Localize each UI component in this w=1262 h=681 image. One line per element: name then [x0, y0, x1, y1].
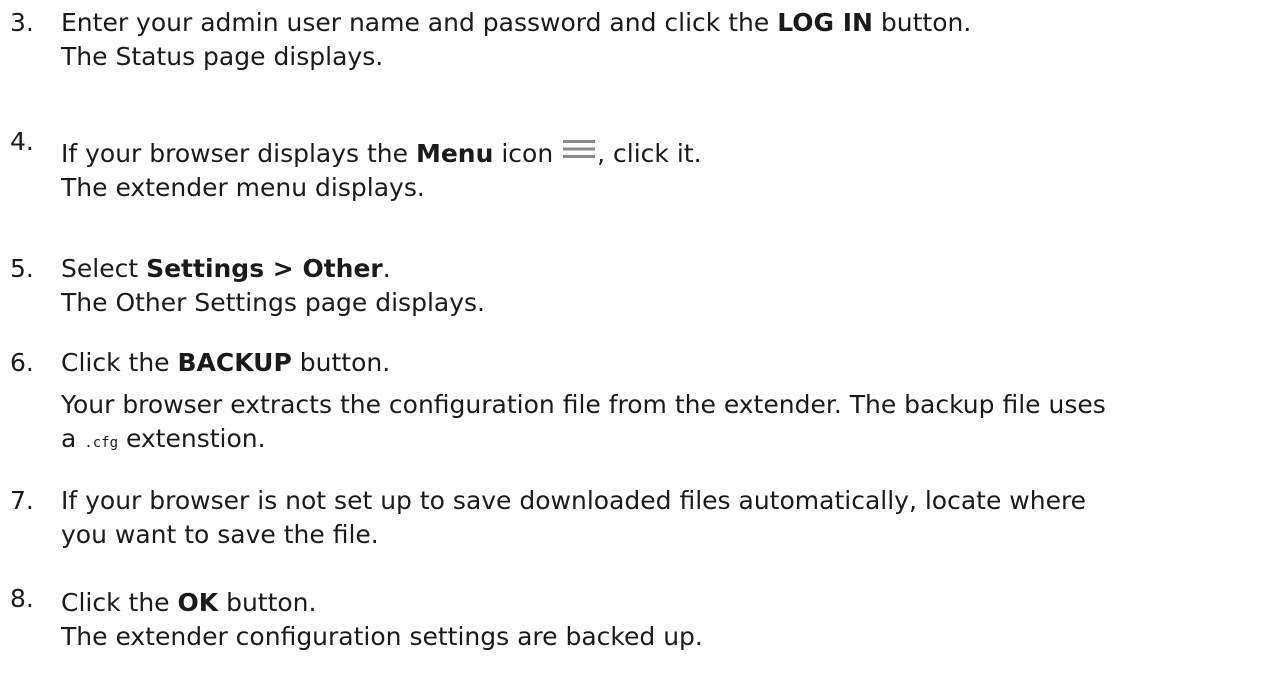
step-instruction-continued: you want to save the file.	[61, 520, 379, 549]
step-number: 3.	[10, 8, 34, 37]
step-number: 8.	[10, 584, 34, 613]
button-name: OK	[177, 588, 219, 617]
step-body: If your browser displays the Menu icon ,…	[61, 137, 1251, 205]
step-result: The extender configuration settings are …	[61, 622, 703, 651]
step-body: Click the OK button. The extender config…	[61, 586, 1251, 654]
step-instruction: Enter your admin user name and password …	[61, 8, 972, 37]
step-result: The Other Settings page displays.	[61, 288, 485, 317]
icon-name: Menu	[415, 139, 494, 168]
step-number: 4.	[10, 127, 34, 156]
step-result: The extender menu displays.	[61, 173, 425, 202]
menu-icon	[563, 140, 596, 158]
step-instruction: Click the BACKUP button.	[61, 348, 391, 377]
button-name: LOG IN	[777, 8, 873, 37]
menu-path: Settings > Other	[146, 254, 383, 283]
step-result-continued: a .cfg extenstion.	[61, 424, 266, 453]
button-name: BACKUP	[177, 348, 292, 377]
file-extension: .cfg	[84, 435, 118, 451]
step-instruction: Select Settings > Other.	[61, 254, 391, 283]
step-result: The Status page displays.	[61, 42, 384, 71]
step-number: 7.	[10, 486, 34, 515]
step-instruction: If your browser displays the Menu icon ,…	[61, 139, 702, 168]
step-body: If your browser is not set up to save do…	[61, 484, 1251, 552]
step-instruction: Click the OK button.	[61, 588, 317, 617]
step-body: Enter your admin user name and password …	[61, 6, 1251, 74]
step-result: Your browser extracts the configuration …	[61, 390, 1106, 419]
step-instruction: If your browser is not set up to save do…	[61, 486, 1087, 515]
step-body: Select Settings > Other. The Other Setti…	[61, 252, 1251, 320]
step-number: 5.	[10, 254, 34, 283]
instruction-steps: 3. Enter your admin user name and passwo…	[0, 0, 1262, 681]
step-body: Click the BACKUP button. Your browser ex…	[61, 346, 1251, 460]
step-number: 6.	[10, 348, 34, 377]
